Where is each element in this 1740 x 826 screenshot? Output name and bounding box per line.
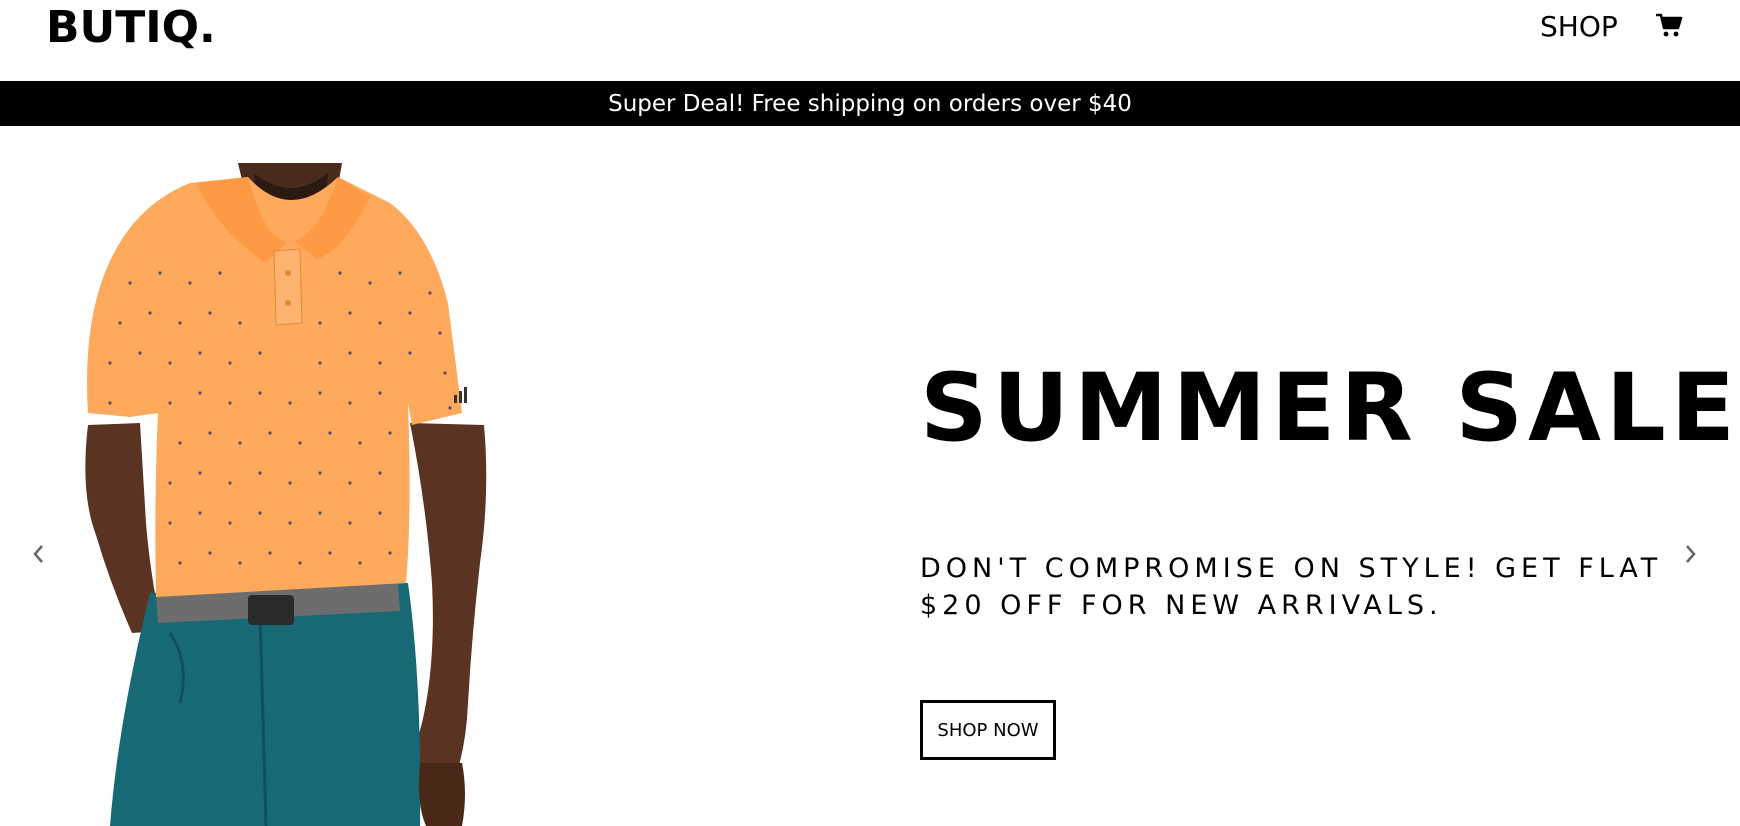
hero-title: SUMMER SALE.	[920, 354, 1740, 463]
hero-product-image	[70, 163, 500, 826]
shopping-cart-icon[interactable]	[1655, 13, 1683, 39]
hero-subtitle: DON'T COMPROMISE ON STYLE! GET FLAT $20 …	[920, 553, 1663, 621]
site-logo[interactable]: BUTIQ.	[46, 2, 216, 54]
chevron-right-icon[interactable]	[1678, 540, 1702, 568]
nav-link-shop[interactable]: SHOP	[1540, 9, 1618, 45]
promo-banner: Super Deal! Free shipping on orders over…	[0, 81, 1740, 126]
navbar: BUTIQ. SHOP	[0, 0, 1740, 81]
promo-text: Super Deal! Free shipping on orders over…	[608, 90, 1132, 117]
chevron-left-icon[interactable]	[27, 540, 51, 568]
hero-slider: SUMMER SALE. DON'T COMPROMISE ON STYLE! …	[0, 126, 1740, 826]
shop-now-button[interactable]: SHOP NOW	[920, 700, 1056, 760]
